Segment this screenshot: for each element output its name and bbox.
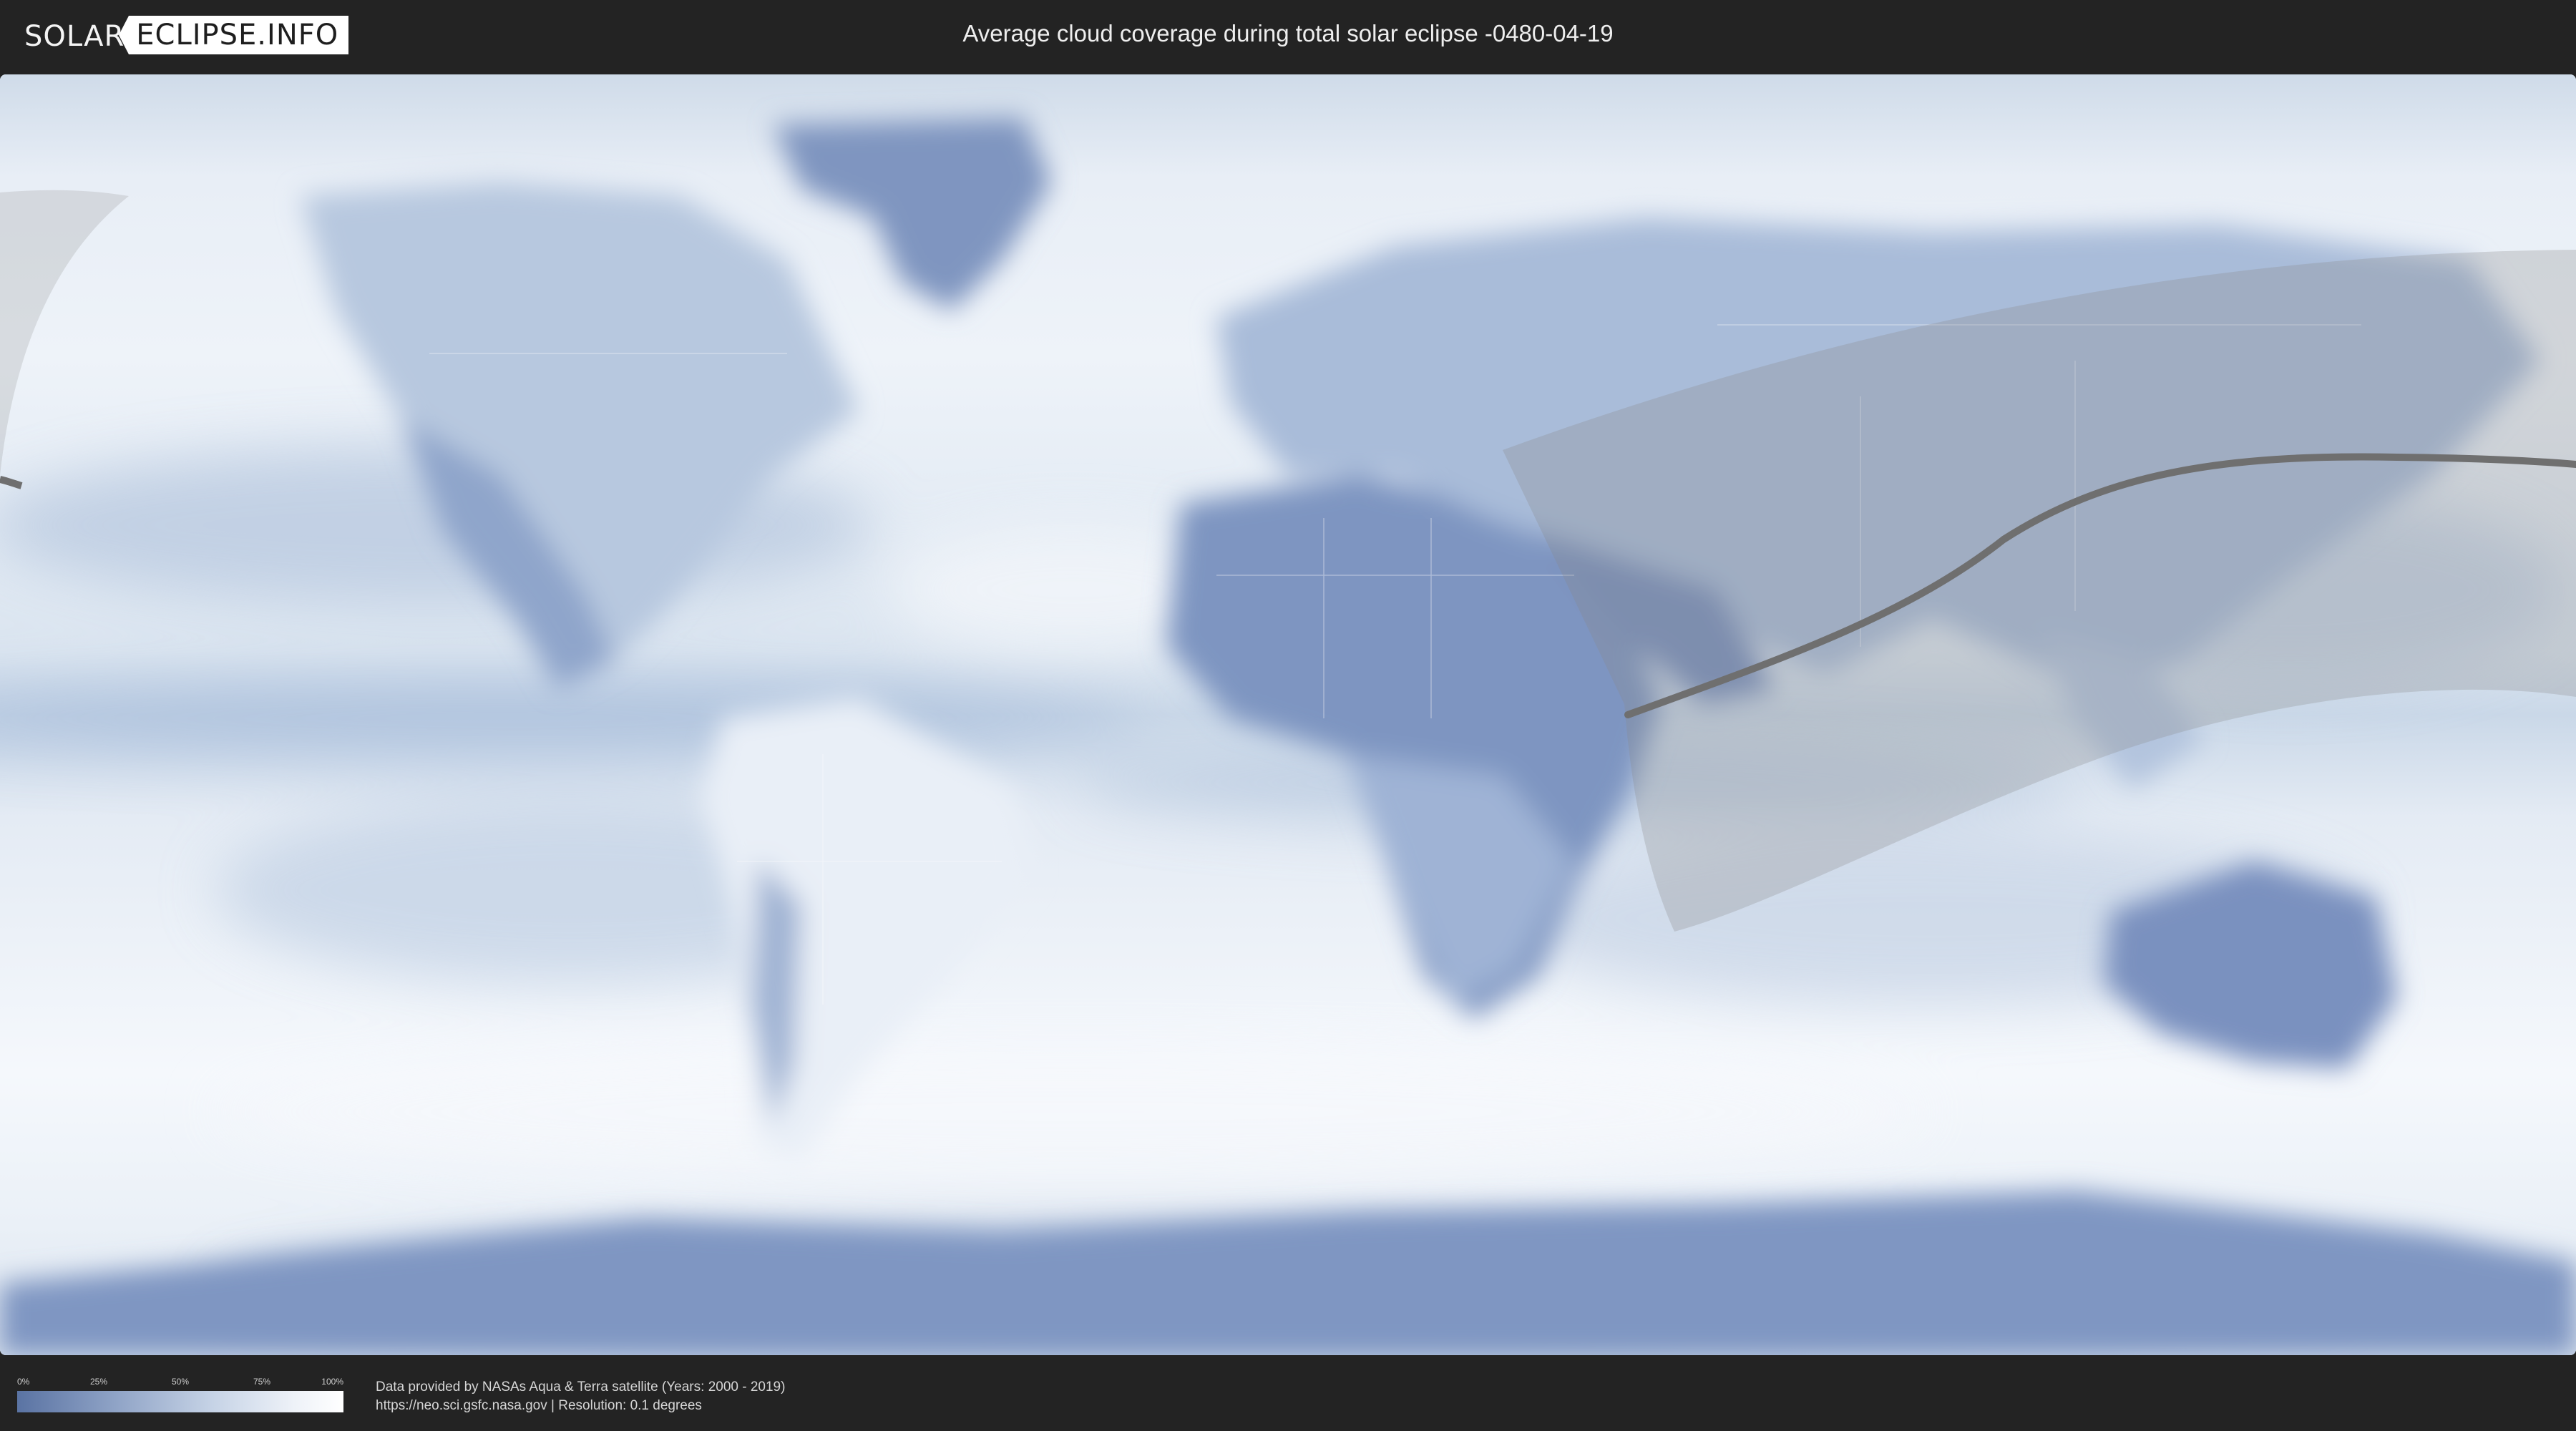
logo-text-solar: SOLAR xyxy=(24,20,125,53)
legend-tick-50: 50% xyxy=(171,1377,190,1387)
cloud-coverage-legend: 0% 25% 50% 75% 100% xyxy=(17,1377,343,1412)
site-logo[interactable]: SOLAR ECLIPSE.INFO xyxy=(20,16,349,54)
legend-color-bar xyxy=(17,1391,343,1412)
credits-source: Data provided by NASAs Aqua & Terra sate… xyxy=(376,1379,786,1395)
page-title: Average cloud coverage during total sola… xyxy=(962,20,1614,47)
legend-tick-0: 0% xyxy=(17,1377,30,1387)
map-canvas xyxy=(0,74,2576,1355)
data-credits: Data provided by NASAs Aqua & Terra sate… xyxy=(376,1378,785,1415)
legend-tick-75: 75% xyxy=(253,1377,271,1387)
legend-tick-25: 25% xyxy=(89,1377,108,1387)
credits-url-resolution: https://neo.sci.gsfc.nasa.gov | Resoluti… xyxy=(376,1398,702,1413)
logo-text-eclipse-info: ECLIPSE.INFO xyxy=(119,16,349,54)
header-bar: SOLAR ECLIPSE.INFO Average cloud coverag… xyxy=(0,0,2576,70)
legend-tick-100: 100% xyxy=(321,1377,343,1387)
cloud-coverage-map xyxy=(0,74,2576,1355)
legend-ticks: 0% 25% 50% 75% 100% xyxy=(17,1377,343,1391)
footer-bar: 0% 25% 50% 75% 100% Data provided by NAS… xyxy=(0,1359,2576,1431)
